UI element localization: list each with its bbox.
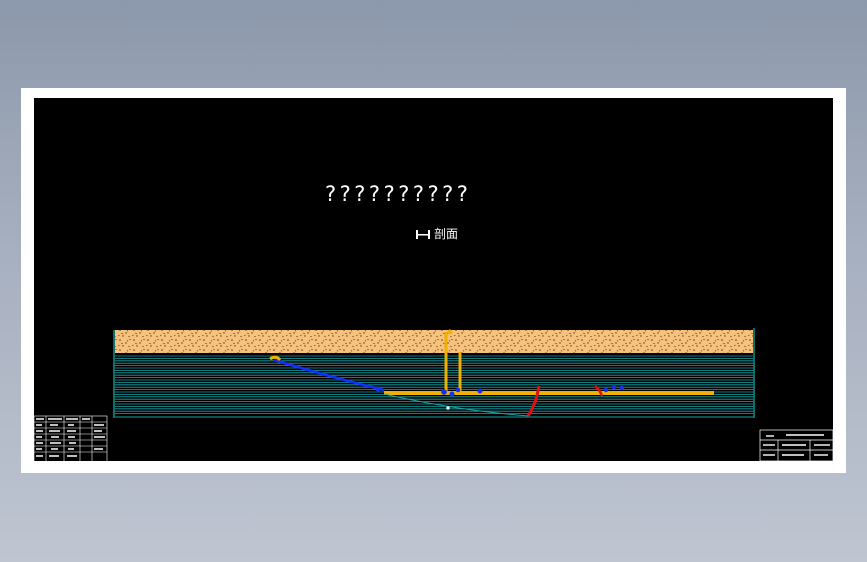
- section-label-text: 剖面: [434, 227, 459, 241]
- drawing-title: ??????????: [324, 182, 471, 206]
- drawing-sheet: ?????????? 剖面: [21, 88, 846, 473]
- survey-point: [446, 406, 450, 410]
- legend-table: [34, 415, 108, 461]
- cross-section-drawing: [34, 328, 833, 461]
- title-block: [759, 429, 833, 461]
- overburden-layer: [114, 330, 754, 353]
- section-label: 剖面: [416, 225, 458, 242]
- drawing-canvas: ?????????? 剖面: [34, 98, 833, 461]
- section-mark-icon: [416, 230, 430, 239]
